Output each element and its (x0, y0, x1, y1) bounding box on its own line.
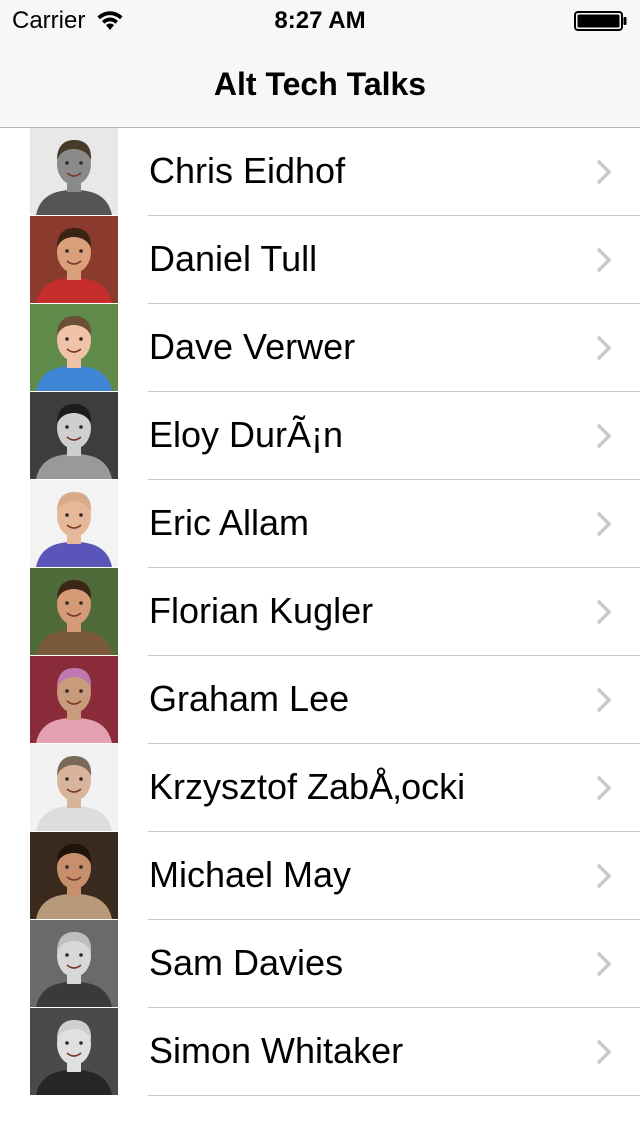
avatar-photo (30, 304, 118, 391)
speaker-name: Dave Verwer (149, 326, 356, 367)
status-bar: Carrier 8:27 AM (0, 0, 640, 40)
avatar (30, 744, 118, 831)
chevron-right-icon (597, 160, 611, 184)
list-item[interactable]: Daniel Tull (0, 216, 640, 304)
avatar-photo (30, 128, 118, 215)
chevron-right-icon (597, 512, 611, 536)
chevron-right-icon (597, 776, 611, 800)
speaker-name: Simon Whitaker (149, 1030, 404, 1071)
avatar (30, 920, 118, 1007)
avatar-photo (30, 744, 118, 831)
list-item[interactable]: Eric Allam (0, 480, 640, 568)
avatar-photo (30, 920, 118, 1007)
chevron-right-icon (597, 600, 611, 624)
list-item[interactable]: Florian Kugler (0, 568, 640, 656)
speaker-name: Eloy DurÃ¡n (149, 414, 344, 455)
list-item[interactable]: Simon Whitaker (0, 1008, 640, 1096)
avatar-photo (30, 568, 118, 655)
list-item[interactable]: Krzysztof ZabÅ‚ocki (0, 744, 640, 832)
avatar (30, 1008, 118, 1095)
page-title: Alt Tech Talks (213, 66, 427, 102)
list-item[interactable]: Eloy DurÃ¡n (0, 392, 640, 480)
speaker-name: Krzysztof ZabÅ‚ocki (149, 766, 466, 807)
avatar (30, 480, 118, 567)
status-time: 8:27 AM (274, 7, 366, 34)
chevron-right-icon (597, 248, 611, 272)
avatar-photo (30, 832, 118, 919)
speaker-name: Eric Allam (149, 502, 310, 543)
speaker-name: Michael May (149, 854, 352, 895)
speaker-name: Chris Eidhof (149, 150, 346, 191)
avatar (30, 304, 118, 391)
list-item[interactable]: Sam Davies (0, 920, 640, 1008)
row-separator (148, 1095, 640, 1096)
avatar-photo (30, 656, 118, 743)
avatar (30, 392, 118, 479)
speaker-name: Florian Kugler (149, 590, 374, 631)
chevron-right-icon (597, 1040, 611, 1064)
list-item[interactable]: Dave Verwer (0, 304, 640, 392)
avatar-photo (30, 392, 118, 479)
chevron-right-icon (597, 336, 611, 360)
list-item[interactable]: Graham Lee (0, 656, 640, 744)
list-item[interactable]: Chris Eidhof (0, 128, 640, 216)
speaker-name: Daniel Tull (149, 238, 318, 279)
avatar (30, 568, 118, 655)
avatar (30, 216, 118, 303)
chevron-right-icon (597, 952, 611, 976)
chevron-right-icon (597, 424, 611, 448)
list-item[interactable]: Michael May (0, 832, 640, 920)
battery-icon (574, 11, 627, 31)
speaker-name: Graham Lee (149, 678, 350, 719)
avatar (30, 832, 118, 919)
speaker-name: Sam Davies (149, 942, 344, 983)
navigation-bar: Alt Tech Talks (0, 40, 640, 128)
avatar (30, 656, 118, 743)
chevron-right-icon (597, 688, 611, 712)
speaker-list: Chris Eidhof Daniel Tull Dave Verwer Eloy D… (0, 128, 640, 1096)
chevron-right-icon (597, 864, 611, 888)
avatar-photo (30, 216, 118, 303)
avatar (30, 128, 118, 215)
avatar-photo (30, 480, 118, 567)
avatar-photo (30, 1008, 118, 1095)
